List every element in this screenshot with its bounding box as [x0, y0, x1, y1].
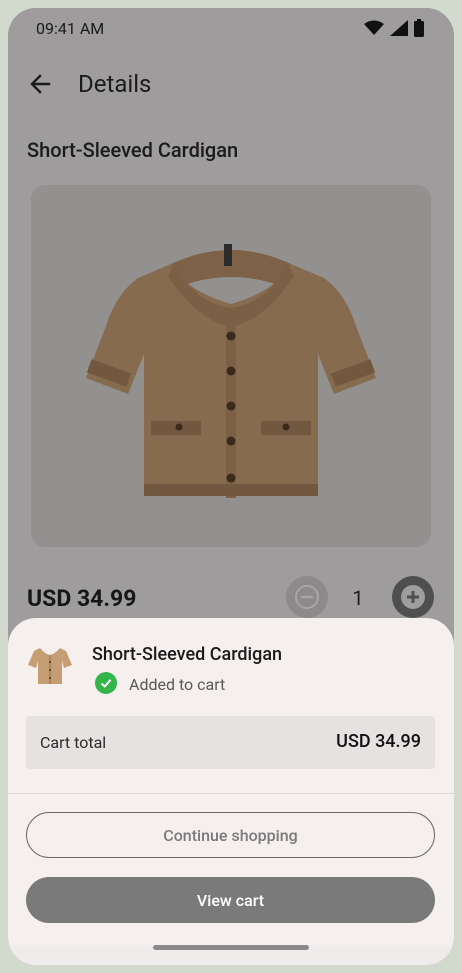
continue-shopping-button[interactable]: Continue shopping — [26, 812, 435, 858]
product-price: USD 34.99 — [27, 585, 137, 612]
cellular-signal-icon — [390, 20, 408, 40]
minus-circle-icon[interactable] — [286, 576, 328, 618]
product-title: Short-Sleeved Cardigan — [27, 138, 239, 162]
cart-item-name: Short-Sleeved Cardigan — [92, 644, 283, 665]
view-cart-button[interactable]: View cart — [26, 877, 435, 923]
top-app-bar: Details — [8, 56, 454, 112]
cart-total-amount: USD 34.99 — [336, 731, 421, 752]
gesture-handle[interactable] — [153, 945, 309, 950]
battery-icon — [414, 19, 424, 41]
product-image — [31, 185, 431, 547]
status-time: 09:41 AM — [36, 19, 105, 38]
cart-total-label: Cart total — [40, 733, 107, 752]
quantity-value: 1 — [352, 586, 364, 610]
plus-circle-icon[interactable] — [392, 576, 434, 618]
quantity-stepper: 1 — [286, 576, 436, 620]
divider — [8, 793, 454, 794]
cart-item-thumbnail — [26, 640, 74, 688]
cardigan-illustration — [86, 244, 376, 498]
cart-total-row: Cart total USD 34.99 — [26, 716, 435, 769]
page-title: Details — [78, 70, 152, 98]
phone-frame: 09:41 AM Details Short-Sleeved Cardigan — [8, 8, 454, 965]
status-bar: 09:41 AM — [8, 8, 454, 48]
arrow-back-icon[interactable] — [26, 70, 54, 98]
wifi-icon — [364, 20, 384, 40]
status-icons — [364, 19, 424, 41]
added-status-text: Added to cart — [129, 675, 226, 694]
check-circle-icon — [95, 672, 117, 694]
added-to-cart-sheet: Short-Sleeved Cardigan Added to cart Car… — [8, 618, 454, 965]
